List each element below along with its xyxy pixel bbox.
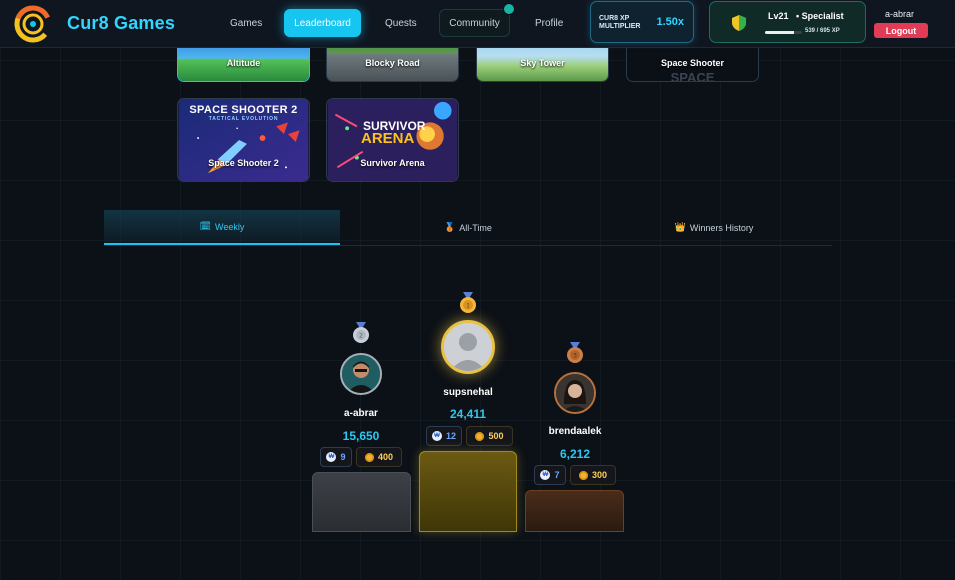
xp-progress-text: 539 / 695 XP bbox=[805, 28, 840, 34]
cur8-token-icon: ₩ bbox=[540, 470, 551, 480]
leaderboard-period-tabs: 🗓 Weekly 🥉 All-Time 👑 Winners History bbox=[104, 210, 832, 246]
podium-pedestal-third bbox=[525, 490, 624, 532]
default-user-icon bbox=[444, 323, 492, 371]
game-art-subtitle: TACTICAL EVOLUTION bbox=[208, 116, 279, 122]
game-title: Sky Tower bbox=[520, 58, 565, 68]
nav-community-label: Community bbox=[449, 17, 500, 29]
brand-name[interactable]: Cur8 Games bbox=[67, 13, 175, 34]
gold-medal-icon: 1 bbox=[460, 292, 476, 313]
game-title: Altitude bbox=[226, 58, 261, 68]
level-progress-card[interactable]: Lv21 • Specialist 539 / 695 XP bbox=[709, 1, 866, 43]
player-avatar[interactable] bbox=[554, 372, 596, 414]
player-name[interactable]: a-abrar bbox=[321, 408, 401, 419]
player-score: 6,212 bbox=[559, 447, 591, 461]
tab-weekly[interactable]: 🗓 Weekly bbox=[104, 210, 340, 245]
tab-winners-history[interactable]: 👑 Winners History bbox=[596, 210, 832, 245]
svg-text:3: 3 bbox=[573, 353, 577, 360]
xp-progress-bar bbox=[765, 31, 802, 34]
game-title: Survivor Arena bbox=[360, 158, 425, 168]
tab-weekly-label: Weekly bbox=[215, 221, 245, 232]
xp-multiplier-badge[interactable]: CUR8 XP MULTIPLIER 1.50x bbox=[590, 1, 694, 43]
crown-icon: 👑 bbox=[674, 222, 686, 232]
coin-icon bbox=[364, 452, 374, 462]
weekly-badge-chip: ₩ 7 bbox=[534, 465, 566, 485]
podium-pedestal-first bbox=[419, 451, 517, 532]
level-number: Lv21 bbox=[768, 11, 789, 21]
player-avatar[interactable] bbox=[340, 353, 382, 395]
medal-icon: 🥉 bbox=[444, 222, 456, 232]
xp-multiplier-value: 1.50x bbox=[656, 16, 684, 28]
tab-all-time[interactable]: 🥉 All-Time bbox=[350, 210, 586, 245]
avatar-image bbox=[556, 374, 594, 412]
player-avatar[interactable] bbox=[441, 320, 495, 374]
level-title: • Specialist bbox=[796, 11, 844, 21]
nav-games[interactable]: Games bbox=[220, 9, 272, 37]
notification-dot-icon bbox=[503, 3, 515, 15]
game-card-survivor-arena[interactable]: SURVIVOR ARENA Survivor Arena bbox=[326, 98, 459, 182]
weekly-badge-chip: ₩ 12 bbox=[426, 426, 462, 446]
xp-multiplier-label: CUR8 XP MULTIPLIER bbox=[599, 15, 641, 30]
tab-all-time-label: All-Time bbox=[459, 222, 492, 233]
nav-profile[interactable]: Profile bbox=[525, 9, 573, 37]
game-art-title-2: ARENA bbox=[361, 130, 415, 147]
nav-community[interactable]: Community bbox=[439, 3, 515, 37]
svg-text:1: 1 bbox=[466, 303, 470, 310]
game-art-title: SPACE SHOOTER 2 bbox=[189, 104, 298, 116]
username[interactable]: a-abrar bbox=[885, 9, 914, 19]
cur8-token-icon: ₩ bbox=[431, 431, 442, 441]
tab-winners-history-label: Winners History bbox=[689, 222, 754, 233]
svg-text:2: 2 bbox=[359, 333, 363, 340]
game-card-space-shooter-2[interactable]: SPACE SHOOTER 2 TACTICAL EVOLUTION Space… bbox=[177, 98, 310, 182]
podium-pedestal-second bbox=[312, 472, 411, 532]
xp-progress-fill bbox=[765, 31, 794, 34]
cur8-logo-icon[interactable] bbox=[14, 5, 52, 43]
coin-reward-chip: 300 bbox=[570, 465, 616, 485]
nav-quests[interactable]: Quests bbox=[375, 9, 427, 37]
silver-medal-icon: 2 bbox=[353, 322, 369, 343]
player-name[interactable]: brendaalek bbox=[535, 426, 615, 437]
cur8-token-icon: ₩ bbox=[326, 452, 337, 462]
calendar-icon: 🗓 bbox=[199, 221, 212, 231]
game-title: Blocky Road bbox=[365, 58, 420, 68]
player-score: 15,650 bbox=[342, 429, 380, 443]
nav-leaderboard[interactable]: Leaderboard bbox=[284, 9, 361, 37]
bronze-medal-icon: 3 bbox=[567, 342, 583, 363]
game-title: Space Shooter bbox=[660, 58, 725, 68]
weekly-badge-chip: ₩ 9 bbox=[320, 447, 352, 467]
coin-icon bbox=[578, 470, 588, 480]
coin-icon bbox=[475, 431, 485, 441]
logout-button[interactable]: Logout bbox=[874, 23, 928, 38]
avatar-image bbox=[342, 355, 380, 393]
top-navigation-bar: Cur8 Games Games Leaderboard Quests Comm… bbox=[0, 0, 955, 48]
game-art-text: SPACE bbox=[670, 70, 715, 82]
player-score: 24,411 bbox=[449, 407, 487, 421]
player-name[interactable]: supsnehal bbox=[428, 387, 508, 398]
rank-shield-icon bbox=[732, 15, 746, 31]
game-title: Space Shooter 2 bbox=[208, 158, 279, 168]
coin-reward-chip: 500 bbox=[466, 426, 513, 446]
coin-reward-chip: 400 bbox=[356, 447, 402, 467]
